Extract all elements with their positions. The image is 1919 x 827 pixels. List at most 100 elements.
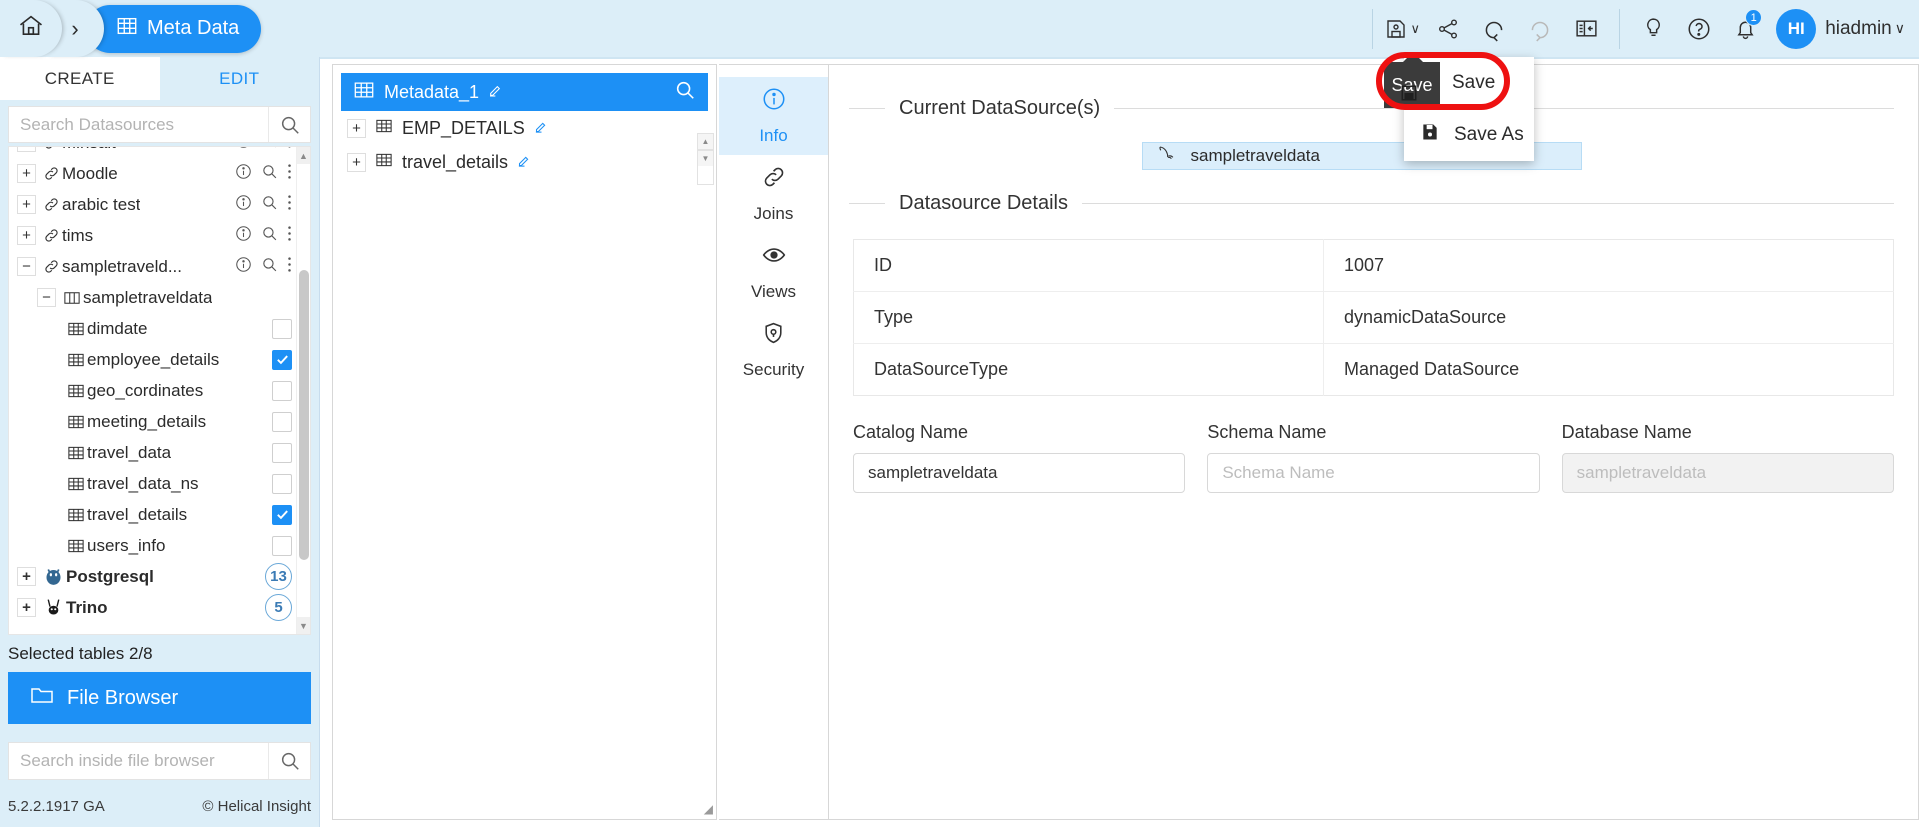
metadata-table-row[interactable]: + travel_details xyxy=(333,145,716,179)
tree-node-checkbox[interactable] xyxy=(272,504,292,525)
pencil-icon[interactable] xyxy=(517,152,532,173)
tree-node[interactable]: geo_cordinates xyxy=(9,375,296,406)
search-icon[interactable] xyxy=(261,147,278,154)
toolbar-divider xyxy=(1619,8,1621,49)
search-icon[interactable] xyxy=(261,256,278,278)
file-browser-button[interactable]: File Browser xyxy=(8,672,311,724)
metadata-panel: Metadata_1 + EMP_DETAILS + travel_details ▲… xyxy=(332,64,717,820)
tree-expander[interactable]: + xyxy=(17,164,36,183)
tree-node[interactable]: users_info xyxy=(9,530,296,561)
tab-create[interactable]: CREATE xyxy=(0,57,160,100)
info-icon[interactable] xyxy=(235,194,252,216)
user-menu[interactable]: hiadmin ∨ xyxy=(1825,18,1905,40)
menu-item-save-as[interactable]: Save As xyxy=(1404,109,1534,161)
info-icon[interactable] xyxy=(235,256,252,278)
avatar[interactable]: HI xyxy=(1776,8,1817,49)
tree-node[interactable]: dimdate xyxy=(9,313,296,344)
tree-expander[interactable]: + xyxy=(17,226,36,245)
scroll-up-icon[interactable]: ▲ xyxy=(297,147,310,164)
home-button[interactable] xyxy=(0,0,62,57)
tree-expander[interactable]: + xyxy=(347,118,366,138)
save-icon[interactable]: ∨ xyxy=(1379,0,1425,57)
scroll-down-icon[interactable]: ▼ xyxy=(297,617,310,634)
redo-icon[interactable] xyxy=(1517,0,1563,57)
tab-info[interactable]: Info xyxy=(719,77,828,155)
scroll-up-icon[interactable]: ▲ xyxy=(698,134,713,150)
panel-toggle-icon[interactable] xyxy=(1563,0,1609,57)
more-options-icon[interactable] xyxy=(287,147,292,154)
tree-node[interactable]: − sampletraveld... xyxy=(9,251,296,282)
tree-expander[interactable]: − xyxy=(17,257,36,276)
tree-node[interactable]: employee_details xyxy=(9,344,296,375)
tree-node[interactable]: meeting_details xyxy=(9,406,296,437)
info-icon[interactable] xyxy=(235,147,252,154)
pencil-icon[interactable] xyxy=(534,118,549,139)
search-icon[interactable] xyxy=(674,79,696,106)
help-icon[interactable] xyxy=(1676,0,1722,57)
tree-node[interactable]: + arabic test xyxy=(9,189,296,220)
tree-node-checkbox[interactable] xyxy=(272,349,292,370)
tree-node[interactable]: travel_data xyxy=(9,437,296,468)
search-icon[interactable] xyxy=(261,163,278,185)
tree-node[interactable]: + tims xyxy=(9,220,296,251)
scroll-down-icon[interactable]: ▼ xyxy=(698,150,713,166)
file-browser-search-input[interactable] xyxy=(9,743,268,779)
search-icon[interactable] xyxy=(268,743,310,779)
more-options-icon[interactable] xyxy=(287,163,292,185)
metadata-table-row[interactable]: + EMP_DETAILS xyxy=(333,111,716,145)
more-options-icon[interactable] xyxy=(287,256,292,278)
legend-label: Current DataSource(s) xyxy=(899,97,1101,119)
search-icon[interactable] xyxy=(261,194,278,216)
metadata-header[interactable]: Metadata_1 xyxy=(341,73,708,111)
tree-expander[interactable]: + xyxy=(347,152,366,172)
tree-expander[interactable]: + xyxy=(17,598,36,617)
share-icon[interactable] xyxy=(1425,0,1471,57)
tab-security[interactable]: Security xyxy=(719,311,828,389)
breadcrumb-item-meta-data[interactable]: Meta Data xyxy=(86,4,262,53)
tree-node[interactable]: + Minsait xyxy=(9,147,296,158)
tree-node[interactable]: travel_data_ns xyxy=(9,468,296,499)
sidebar: CREATE EDIT +Minsait+Moodle+arabic test+… xyxy=(0,57,320,827)
tree-expander[interactable]: + xyxy=(17,195,36,214)
search-icon[interactable] xyxy=(261,225,278,247)
tree-node[interactable]: − sampletraveldata xyxy=(9,282,296,313)
tree-node-checkbox[interactable] xyxy=(272,380,292,401)
tab-edit[interactable]: EDIT xyxy=(159,57,319,100)
copyright-label: © Helical Insight xyxy=(202,797,311,815)
save-as-icon xyxy=(1420,122,1440,148)
tree-node-checkbox[interactable] xyxy=(272,411,292,432)
tree-scrollbar[interactable]: ▲ ▼ xyxy=(296,147,310,634)
link-icon xyxy=(43,258,60,275)
scroll-thumb[interactable] xyxy=(299,270,309,560)
tree-node-checkbox[interactable] xyxy=(272,442,292,463)
schema-name-input[interactable] xyxy=(1207,453,1540,493)
panel-resize-handle[interactable]: ◢ xyxy=(704,802,713,816)
tab-views[interactable]: Views xyxy=(719,233,828,311)
tree-node[interactable]: travel_details xyxy=(9,499,296,530)
tree-node-checkbox[interactable] xyxy=(272,535,292,556)
tree-expander[interactable]: − xyxy=(37,288,56,307)
undo-icon[interactable] xyxy=(1471,0,1517,57)
info-icon[interactable] xyxy=(235,163,252,185)
search-datasources-input[interactable] xyxy=(9,107,268,142)
tab-label: Views xyxy=(750,282,797,301)
tree-node[interactable]: + Trino 5 xyxy=(9,592,296,623)
search-icon[interactable] xyxy=(268,107,310,142)
database-name-input[interactable] xyxy=(1561,453,1894,493)
tree-node[interactable]: + Moodle xyxy=(9,158,296,189)
tree-node[interactable]: + Postgresql 13 xyxy=(9,561,296,592)
metadata-scrollbar[interactable]: ▲ ▼ xyxy=(697,133,714,185)
tree-node-checkbox[interactable] xyxy=(272,318,292,339)
menu-item-label: Save As xyxy=(1454,124,1524,145)
tree-node-checkbox[interactable] xyxy=(272,473,292,494)
more-options-icon[interactable] xyxy=(287,225,292,247)
tab-joins[interactable]: Joins xyxy=(719,155,828,233)
pencil-icon[interactable] xyxy=(488,82,504,103)
bell-icon[interactable]: 1 xyxy=(1722,0,1768,57)
more-options-icon[interactable] xyxy=(287,194,292,216)
tree-expander[interactable]: + xyxy=(17,567,36,586)
catalog-name-input[interactable] xyxy=(853,453,1186,493)
bulb-icon[interactable] xyxy=(1630,0,1676,57)
info-icon[interactable] xyxy=(235,225,252,247)
tree-expander[interactable]: + xyxy=(17,147,36,152)
